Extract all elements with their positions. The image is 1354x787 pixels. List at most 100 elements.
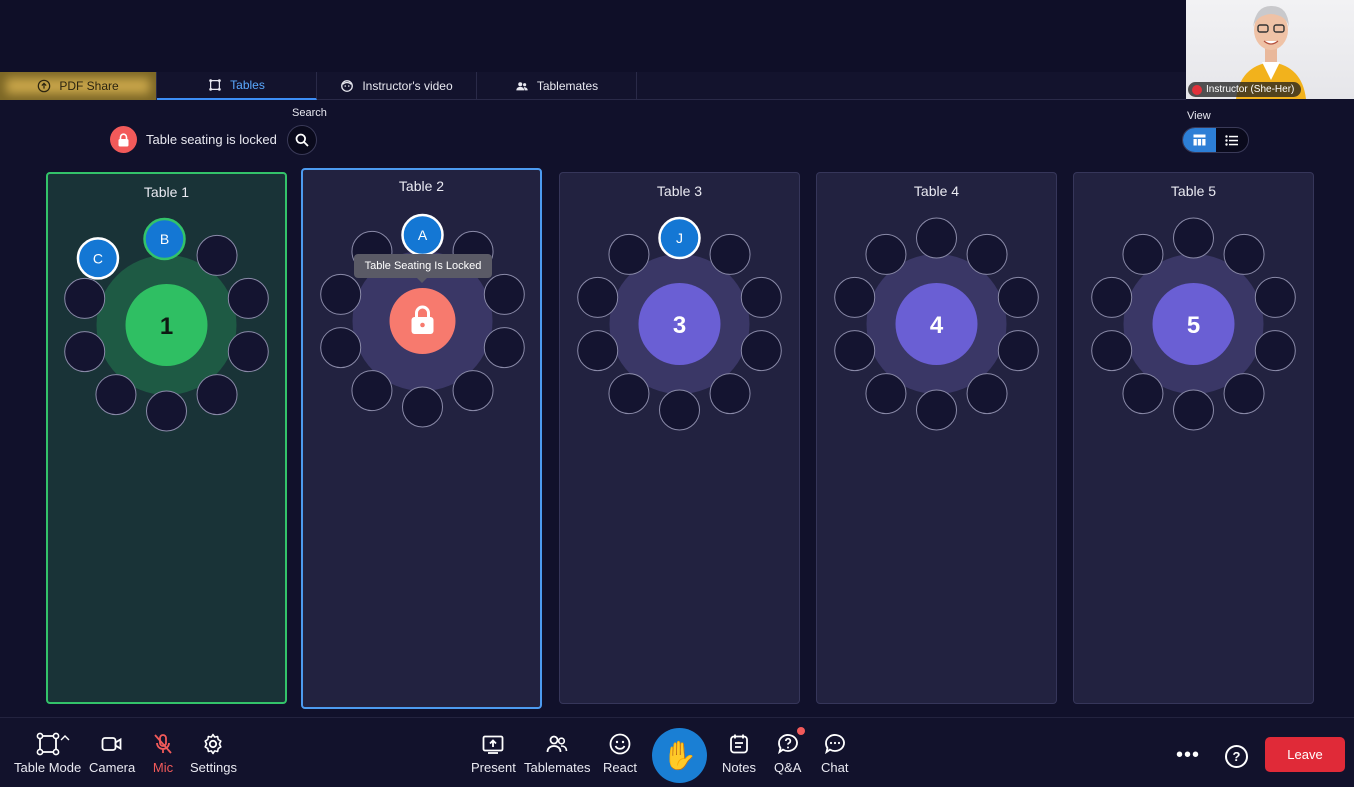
seat-empty[interactable] <box>1173 217 1214 259</box>
seat-empty[interactable] <box>320 327 362 369</box>
seat-empty[interactable] <box>1122 233 1164 275</box>
seat-occupied[interactable]: B <box>143 217 186 261</box>
react-button[interactable]: React <box>603 732 637 775</box>
table-number: 3 <box>638 283 721 365</box>
seat-empty[interactable] <box>64 331 106 373</box>
seat-empty[interactable] <box>483 327 525 369</box>
seat-empty[interactable] <box>1254 276 1296 318</box>
table-card-4[interactable]: Table 4 4 <box>816 172 1057 704</box>
seat-empty[interactable] <box>351 370 393 412</box>
seat-empty[interactable] <box>227 331 269 373</box>
seat-empty[interactable] <box>997 330 1039 372</box>
mic-button[interactable]: Mic <box>151 732 175 775</box>
seat-empty[interactable] <box>146 390 187 432</box>
grid-view-button[interactable] <box>1183 128 1216 152</box>
instructor-name-label: Instructor (She-Her) <box>1188 82 1302 97</box>
table-seating-2: A <box>320 213 525 428</box>
seat-empty[interactable] <box>916 217 957 259</box>
seat-empty[interactable] <box>834 330 876 372</box>
grid-view-icon <box>1193 134 1206 146</box>
seat-empty[interactable] <box>1122 373 1164 415</box>
seat-occupied[interactable]: A <box>401 213 444 257</box>
share-screen-icon <box>38 79 51 93</box>
leave-button[interactable]: Leave <box>1265 737 1345 772</box>
seat-empty[interactable] <box>740 330 782 372</box>
chat-button[interactable]: Chat <box>821 732 848 775</box>
tablemates-button[interactable]: Tablemates <box>524 732 590 775</box>
seat-empty[interactable] <box>577 276 619 318</box>
seat-empty[interactable] <box>1091 276 1133 318</box>
seat-occupied[interactable]: J <box>658 216 701 260</box>
seat-empty[interactable] <box>740 276 782 318</box>
tab-pdf-share[interactable]: PDF Share <box>0 72 157 100</box>
instructor-video[interactable]: Instructor (She-Her) <box>1186 0 1354 99</box>
top-band <box>0 0 1354 72</box>
seat-empty[interactable] <box>608 373 650 415</box>
seat-empty[interactable] <box>1223 373 1265 415</box>
search-icon <box>295 133 309 147</box>
seat-empty[interactable] <box>1223 233 1265 275</box>
seat-empty[interactable] <box>916 389 957 431</box>
table-number-label: 5 <box>1187 312 1200 339</box>
seat-empty[interactable] <box>1173 389 1214 431</box>
present-button[interactable]: Present <box>471 732 516 775</box>
table-mode-icon <box>36 732 60 756</box>
mic-label: Mic <box>152 760 174 775</box>
seat-empty[interactable] <box>608 233 650 275</box>
view-label: View <box>1187 110 1211 122</box>
seat-empty[interactable] <box>64 277 106 319</box>
seat-empty[interactable] <box>402 386 443 428</box>
seat-empty[interactable] <box>483 273 525 315</box>
seating-lock-status: Table seating is locked <box>110 126 277 153</box>
list-view-button[interactable] <box>1216 128 1249 152</box>
seat-empty[interactable] <box>865 373 907 415</box>
notes-button[interactable]: Notes <box>722 732 756 775</box>
table-card-3[interactable]: Table 3 J 3 <box>559 172 800 704</box>
settings-label: Settings <box>190 760 237 775</box>
seat-empty[interactable] <box>834 276 876 318</box>
camera-icon <box>101 737 122 751</box>
table-card-1[interactable]: Table 1 B C 1 <box>46 172 287 704</box>
tab-tables[interactable]: Tables <box>157 72 317 100</box>
seat-empty[interactable] <box>320 273 362 315</box>
more-options-icon[interactable]: ••• <box>1176 744 1200 767</box>
camera-button[interactable]: Camera <box>89 732 135 775</box>
seat-empty[interactable] <box>196 234 238 276</box>
seat-empty[interactable] <box>865 233 907 275</box>
seat-empty[interactable] <box>966 373 1008 415</box>
seat-empty[interactable] <box>577 330 619 372</box>
gear-icon <box>204 733 223 755</box>
qa-button[interactable]: Q&A <box>774 732 801 775</box>
tab-label: Tables <box>230 78 265 92</box>
seat-empty[interactable] <box>1091 330 1133 372</box>
raise-hand-button[interactable]: ✋ <box>652 728 707 783</box>
tab-tablemates[interactable]: Tablemates <box>477 72 637 100</box>
seat-empty[interactable] <box>95 374 137 416</box>
table-lock <box>389 288 456 354</box>
seat-empty[interactable] <box>1254 330 1296 372</box>
chevron-up-icon[interactable] <box>60 734 70 741</box>
seat-empty[interactable] <box>227 277 269 319</box>
seat-empty[interactable] <box>997 276 1039 318</box>
seat-empty[interactable] <box>196 374 238 416</box>
table-title: Table 3 <box>656 183 703 199</box>
table-mode-button[interactable]: Table Mode <box>14 732 81 775</box>
table-mode-label: Table Mode <box>14 760 82 775</box>
seat-occupied[interactable]: C <box>76 237 120 280</box>
help-icon[interactable]: ? <box>1225 745 1248 768</box>
seat-empty[interactable] <box>709 373 751 415</box>
tab-label: PDF Share <box>59 79 119 93</box>
present-label: Present <box>471 760 516 775</box>
seat-empty[interactable] <box>659 389 700 431</box>
seat-initial: J <box>676 230 683 246</box>
seat-empty[interactable] <box>966 233 1008 275</box>
table-card-5[interactable]: Table 5 5 <box>1073 172 1314 704</box>
search-button[interactable] <box>287 125 317 155</box>
seat-empty[interactable] <box>452 370 494 412</box>
view-toggle <box>1182 127 1249 153</box>
settings-button[interactable]: Settings <box>190 732 237 775</box>
seat-empty[interactable] <box>709 233 751 275</box>
table-card-2[interactable]: Table 2 A <box>301 168 542 709</box>
tab-instructors-video[interactable]: Instructor's video <box>317 72 477 100</box>
search-label: Search <box>292 107 327 119</box>
